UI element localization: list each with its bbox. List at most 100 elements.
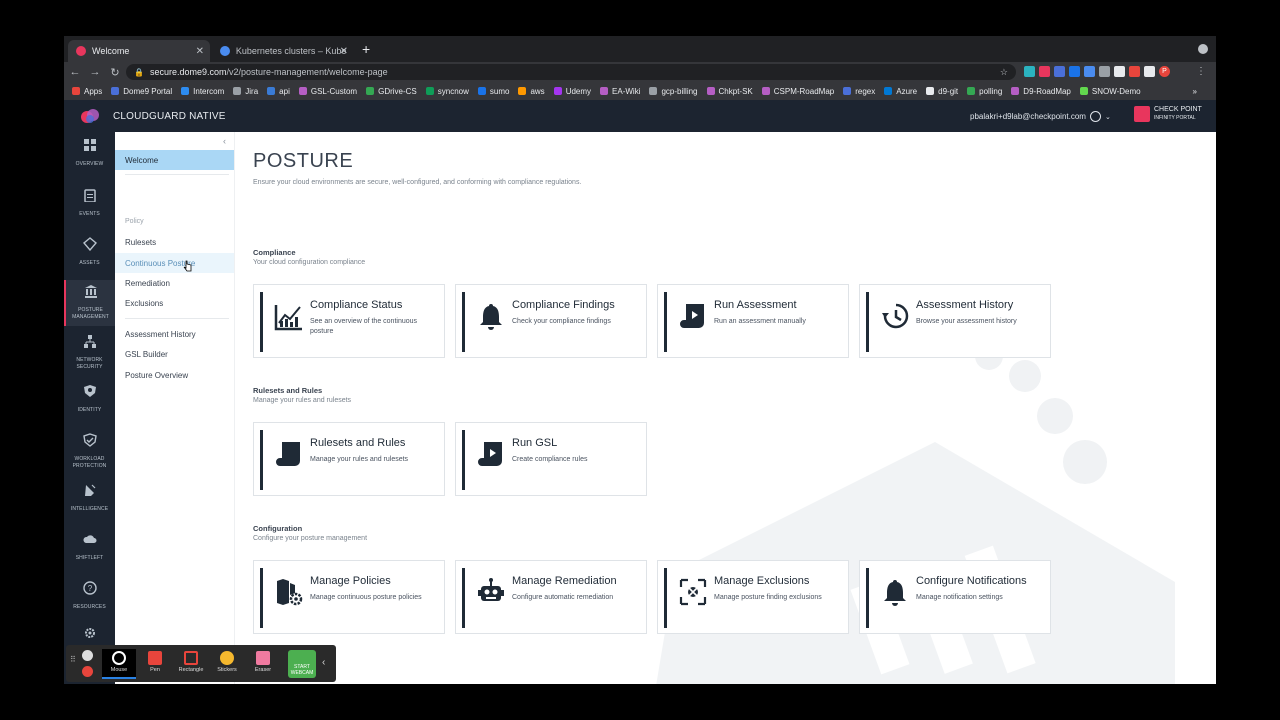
rail-item-resources[interactable]: ? RESOURCES xyxy=(64,581,115,611)
subnav-welcome[interactable]: Welcome xyxy=(115,150,234,170)
browser-kebab-icon[interactable]: ⋮ xyxy=(1196,66,1206,77)
subnav-section-policy: Policy xyxy=(125,218,144,225)
card-rulesets-and-rules[interactable]: Rulesets and Rules Manage your rules and … xyxy=(253,422,445,496)
rail-item-assets[interactable]: ASSETS xyxy=(64,237,115,267)
subnav-assessment-history[interactable]: Assessment History xyxy=(115,324,234,344)
tab-welcome[interactable]: Welcome ✕ xyxy=(68,40,210,62)
card-compliance-findings[interactable]: Compliance Findings Check your compliance… xyxy=(455,284,647,358)
bookmark-item[interactable]: Apps xyxy=(72,87,102,96)
back-icon[interactable]: ← xyxy=(66,66,84,78)
card-accent-bar xyxy=(866,292,869,352)
bookmark-item[interactable]: SNOW-Demo xyxy=(1079,87,1141,96)
bookmark-label: Intercom xyxy=(193,86,225,96)
puzzle-icon[interactable] xyxy=(1144,66,1155,77)
reload-icon[interactable]: ↻ xyxy=(106,66,124,79)
bookmark-item[interactable]: Dome9 Portal xyxy=(111,87,172,96)
bookmark-item[interactable]: d9-git xyxy=(926,87,958,96)
bookmark-item[interactable]: Chkpt-SK xyxy=(706,87,753,96)
bookmark-item[interactable]: Udemy xyxy=(553,86,592,96)
card-run-gsl[interactable]: Run GSL Create compliance rules xyxy=(455,422,647,496)
bookmark-item[interactable]: CSPM-RoadMap xyxy=(761,87,834,96)
bookmark-icon xyxy=(649,87,658,95)
bookmarks-overflow-icon[interactable]: » xyxy=(1193,87,1197,96)
address-bar[interactable]: 🔒 secure.dome9.com/v2/posture-management… xyxy=(126,64,1016,80)
bookmark-item[interactable]: aws xyxy=(518,87,545,96)
rail-item-events[interactable]: EVENTS xyxy=(64,188,115,218)
new-tab-button[interactable]: + xyxy=(362,41,370,57)
bookmark-item[interactable]: EA-Wiki xyxy=(600,87,640,96)
rail-item-posture-management[interactable]: POSTURE MANAGEMENT xyxy=(64,280,115,326)
card-assessment-history[interactable]: Assessment History Browse your assessment… xyxy=(859,284,1051,358)
rail-item-overview[interactable]: OVERVIEW xyxy=(64,138,115,168)
infinity-portal-link[interactable]: CHECK POINT INFINITY PORTAL xyxy=(1134,106,1202,122)
close-tab-icon[interactable]: ✕ xyxy=(340,46,348,57)
bookmark-item[interactable]: polling xyxy=(967,87,1002,96)
extension-icon[interactable] xyxy=(1039,66,1050,77)
bookmark-item[interactable]: Intercom xyxy=(181,87,224,96)
rail-item-shiftleft[interactable]: SHIFTLEFT xyxy=(64,532,115,562)
mouse-icon xyxy=(112,651,126,665)
card-manage-exclusions[interactable]: Manage Exclusions Manage posture finding … xyxy=(657,560,849,634)
card-run-assessment[interactable]: Run Assessment Run an assessment manually xyxy=(657,284,849,358)
tab-label: Kubernetes clusters – Kuberne xyxy=(235,46,346,56)
forward-icon[interactable]: → xyxy=(86,66,104,78)
user-menu[interactable]: pbalakri+d9lab@checkpoint.com ⌄ xyxy=(970,111,1111,122)
bookmark-item[interactable]: D9-RoadMap xyxy=(1011,87,1071,96)
bookmark-item[interactable]: syncnow xyxy=(425,87,469,96)
chevron-left-icon[interactable]: ‹ xyxy=(322,657,325,668)
bookmark-item[interactable]: sumo xyxy=(477,87,509,96)
collapse-chevron-icon[interactable]: ‹ xyxy=(223,136,226,146)
bookmark-item[interactable]: Azure xyxy=(884,87,917,96)
bookmark-label: Azure xyxy=(896,86,918,96)
tool-label: Eraser xyxy=(254,667,272,673)
subnav-posture-overview[interactable]: Posture Overview xyxy=(115,365,234,385)
tool-rectangle[interactable]: Rectangle xyxy=(174,649,208,679)
bookmark-item[interactable]: api xyxy=(267,87,290,96)
extension-icon[interactable] xyxy=(1114,66,1125,77)
start-webcam-button[interactable]: START WEBCAM xyxy=(288,650,316,678)
extension-icon[interactable] xyxy=(1129,66,1140,77)
subnav-gsl-builder[interactable]: GSL Builder xyxy=(115,344,234,364)
pause-icon[interactable] xyxy=(82,650,93,661)
bookmark-item[interactable]: Jira xyxy=(233,87,258,96)
tool-pen[interactable]: Pen xyxy=(138,649,172,679)
tool-eraser[interactable]: Eraser xyxy=(246,649,280,679)
subnav-continuous-posture[interactable]: Continuous Posture xyxy=(115,253,234,273)
tab-kubernetes[interactable]: Kubernetes clusters – Kuberne ✕ xyxy=(212,40,354,62)
bookmark-star-icon[interactable]: ☆ xyxy=(1000,67,1008,78)
extension-icon[interactable] xyxy=(1024,66,1035,77)
rail-item-workload-protection[interactable]: WORKLOAD PROTECTION xyxy=(64,433,115,470)
rail-item-label: RESOURCES xyxy=(73,604,106,610)
browser-menu-icon[interactable] xyxy=(1198,44,1208,54)
bookmark-item[interactable]: gcp-billing xyxy=(649,86,698,96)
bookmark-item[interactable]: GSL-Custom xyxy=(298,87,357,96)
tool-mouse[interactable]: Mouse xyxy=(102,649,136,679)
rail-item-identity[interactable]: IDENTITY xyxy=(64,384,115,414)
extension-icon[interactable] xyxy=(1084,66,1095,77)
bookmark-icon xyxy=(1011,87,1020,95)
subnav-exclusions[interactable]: Exclusions xyxy=(115,293,234,313)
card-manage-policies[interactable]: Manage Policies Manage continuous posture… xyxy=(253,560,445,634)
bookmark-item[interactable]: GDrive-CS xyxy=(366,87,417,96)
bookmark-label: gcp-billing xyxy=(661,86,698,96)
subnav-rulesets[interactable]: Rulesets xyxy=(115,232,234,252)
stop-icon[interactable] xyxy=(82,666,93,677)
card-configure-notifications[interactable]: Configure Notifications Manage notificati… xyxy=(859,560,1051,634)
subnav-remediation[interactable]: Remediation xyxy=(115,273,234,293)
tool-stickers[interactable]: Stickers xyxy=(210,649,244,679)
card-compliance-status[interactable]: Compliance Status See an overview of the … xyxy=(253,284,445,358)
bookmark-label: Udemy xyxy=(565,86,592,96)
extension-icon[interactable] xyxy=(1069,66,1080,77)
bookmark-item[interactable]: regex xyxy=(843,87,875,96)
extension-icon[interactable] xyxy=(1099,66,1110,77)
close-tab-icon[interactable]: ✕ xyxy=(196,46,204,57)
card-manage-remediation[interactable]: Manage Remediation Configure automatic re… xyxy=(455,560,647,634)
card-description: Check your compliance findings xyxy=(512,318,611,325)
rail-item-network-security[interactable]: NETWORK SECURITY xyxy=(64,334,115,371)
drag-handle-icon[interactable]: ⠿ xyxy=(70,655,76,664)
rail-item-intelligence[interactable]: INTELLIGENCE xyxy=(64,483,115,513)
extension-icon[interactable] xyxy=(1054,66,1065,77)
card-title: Manage Exclusions xyxy=(714,575,810,587)
profile-avatar[interactable]: P xyxy=(1159,66,1170,77)
bookmark-icon xyxy=(233,87,242,95)
